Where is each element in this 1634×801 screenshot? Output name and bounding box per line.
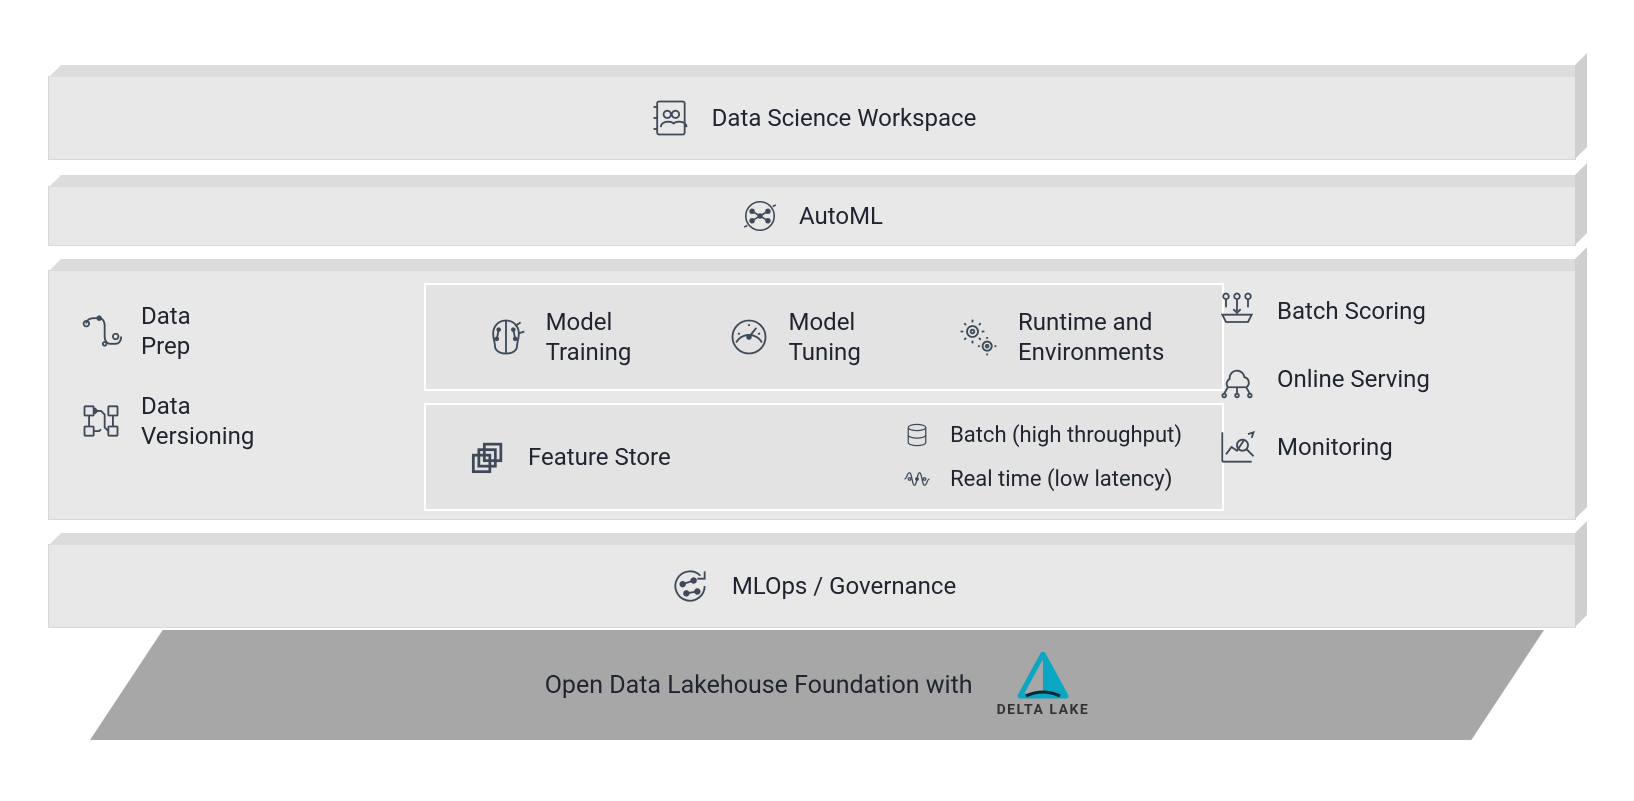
online-serving-item: Online Serving bbox=[1215, 357, 1545, 401]
database-icon bbox=[902, 420, 932, 450]
model-training-label-1: Model bbox=[546, 307, 632, 337]
model-tuning-label-2: Tuning bbox=[789, 337, 861, 367]
automl-layer: AutoML bbox=[48, 186, 1576, 246]
contacts-book-icon bbox=[648, 96, 692, 140]
monitoring-label: Monitoring bbox=[1277, 433, 1393, 461]
feature-store-realtime-item: Real time (low latency) bbox=[902, 464, 1182, 494]
gauge-icon bbox=[727, 315, 771, 359]
fs-batch-label: Batch (high throughput) bbox=[950, 423, 1182, 448]
cloud-network-icon bbox=[1215, 357, 1259, 401]
model-tuning-item: Model Tuning bbox=[727, 307, 861, 367]
data-prep-item: Data Prep bbox=[79, 301, 379, 361]
workspace-label: Data Science Workspace bbox=[712, 104, 977, 132]
feature-store-batch-item: Batch (high throughput) bbox=[902, 420, 1182, 450]
runtime-label-2: Environments bbox=[1018, 337, 1164, 367]
neural-net-icon bbox=[741, 197, 779, 235]
waveform-icon bbox=[902, 464, 932, 494]
pipeline-icon bbox=[79, 309, 123, 353]
middle-layer: Data Prep Data Versioning bbox=[48, 270, 1576, 520]
delta-triangle-icon bbox=[1016, 652, 1070, 700]
mlops-layer: MLOps / Governance bbox=[48, 544, 1576, 628]
online-serving-label: Online Serving bbox=[1277, 365, 1430, 393]
mlops-label: MLOps / Governance bbox=[732, 572, 956, 600]
automl-label: AutoML bbox=[799, 202, 883, 230]
feature-store-block: Feature Store Batch (high throughput) bbox=[424, 403, 1224, 511]
data-prep-label-2: Prep bbox=[141, 331, 191, 361]
foundation-layer: Open Data Lakehouse Foundation with DELT… bbox=[90, 630, 1544, 740]
data-versioning-label-2: Versioning bbox=[141, 421, 254, 451]
layers-icon bbox=[466, 435, 510, 479]
gears-icon bbox=[956, 315, 1000, 359]
model-training-item: Model Training bbox=[484, 307, 632, 367]
workspace-layer: Data Science Workspace bbox=[48, 76, 1576, 160]
runtime-label-1: Runtime and bbox=[1018, 307, 1164, 337]
fs-realtime-label: Real time (low latency) bbox=[950, 467, 1172, 492]
model-tuning-label-1: Model bbox=[789, 307, 861, 337]
refresh-nodes-icon bbox=[668, 564, 712, 608]
download-tray-icon bbox=[1215, 289, 1259, 333]
runtime-env-item: Runtime and Environments bbox=[956, 307, 1164, 367]
branching-icon bbox=[79, 399, 123, 443]
batch-scoring-label: Batch Scoring bbox=[1277, 297, 1426, 325]
foundation-label: Open Data Lakehouse Foundation with bbox=[545, 671, 973, 700]
batch-scoring-item: Batch Scoring bbox=[1215, 289, 1545, 333]
analytics-icon bbox=[1215, 425, 1259, 469]
delta-lake-text: DELTA LAKE bbox=[997, 702, 1090, 718]
feature-store-label: Feature Store bbox=[528, 443, 671, 471]
data-prep-label-1: Data bbox=[141, 301, 191, 331]
model-block: Model Training bbox=[424, 283, 1224, 391]
monitoring-item: Monitoring bbox=[1215, 425, 1545, 469]
data-versioning-label-1: Data bbox=[141, 391, 254, 421]
model-training-label-2: Training bbox=[546, 337, 632, 367]
brain-icon bbox=[484, 315, 528, 359]
data-versioning-item: Data Versioning bbox=[79, 391, 379, 451]
delta-lake-logo: DELTA LAKE bbox=[997, 652, 1090, 718]
